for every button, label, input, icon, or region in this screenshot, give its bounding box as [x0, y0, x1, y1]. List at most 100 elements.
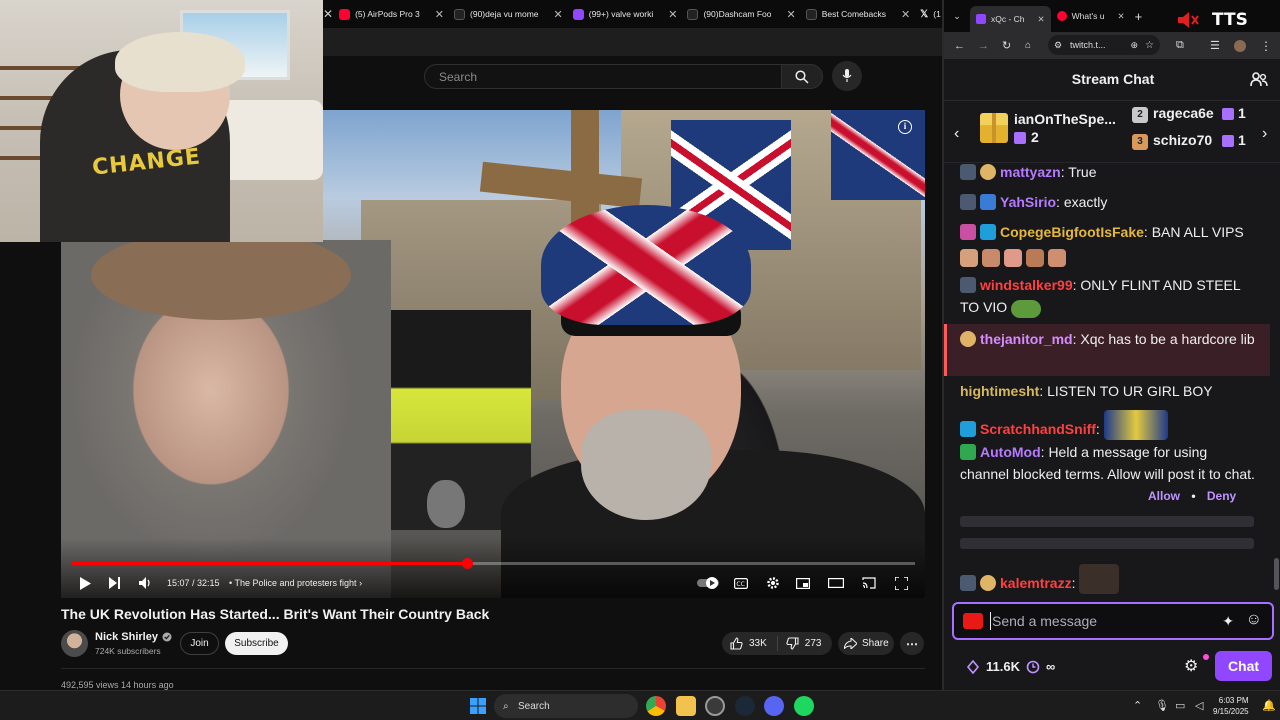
- subscribe-button[interactable]: Subscribe: [225, 632, 288, 655]
- chrome-icon[interactable]: [646, 696, 666, 716]
- cast-button[interactable]: [861, 574, 877, 592]
- close-icon[interactable]: ✕: [1038, 14, 1045, 25]
- chat-username[interactable]: thejanitor_md: [980, 331, 1073, 347]
- tab-title: (5) AirPods Pro 3: [355, 9, 420, 19]
- profile-avatar[interactable]: [1234, 39, 1246, 52]
- automod-deny-button[interactable]: Deny: [1207, 489, 1236, 503]
- close-icon[interactable]: ✕: [435, 8, 444, 21]
- like-button[interactable]: 33K: [722, 636, 778, 651]
- close-icon[interactable]: ✕: [554, 8, 563, 21]
- home-button[interactable]: ⌂: [1025, 40, 1031, 51]
- browser-toolbar: [323, 28, 942, 56]
- share-button[interactable]: Share: [838, 632, 894, 655]
- settings-button[interactable]: [765, 574, 781, 592]
- chat-message-input[interactable]: Send a message ✦ ☺: [952, 602, 1274, 640]
- video-progress-bar[interactable]: [71, 558, 915, 569]
- youtube-search-button[interactable]: [781, 64, 823, 89]
- browser-tab[interactable]: 𝕏 (1: [914, 0, 942, 28]
- chat-username[interactable]: mattyazn: [1000, 164, 1061, 180]
- like-count: 33K: [749, 638, 767, 649]
- volume-icon[interactable]: ◁: [1195, 699, 1203, 712]
- chat-username[interactable]: CopegeBigfootIsFake: [1000, 224, 1144, 240]
- star-icon[interactable]: ☆: [1145, 40, 1154, 51]
- autoplay-toggle[interactable]: [697, 574, 719, 592]
- twitch-icon: [976, 14, 986, 24]
- browser-tab[interactable]: (5) AirPods Pro 3 ✕: [333, 0, 448, 28]
- browser-tab[interactable]: Best Comebacks ✕: [800, 0, 914, 28]
- theater-mode-button[interactable]: [827, 574, 845, 592]
- chat-settings-button[interactable]: ⚙: [1184, 656, 1198, 676]
- system-clock[interactable]: 6:03 PM 9/15/2025: [1213, 695, 1249, 717]
- miniplayer-button[interactable]: [795, 574, 811, 592]
- volume-button[interactable]: [137, 574, 153, 592]
- voice-search-button[interactable]: [832, 61, 862, 91]
- arrow-left-icon: ←: [954, 39, 965, 52]
- chevron-up-icon[interactable]: ⌃: [1133, 699, 1142, 712]
- close-icon[interactable]: ✕: [786, 8, 795, 21]
- video-camera-icon[interactable]: [963, 613, 983, 629]
- dislike-button[interactable]: 273: [778, 637, 830, 650]
- browser-tab[interactable]: What's u ✕: [1051, 3, 1131, 29]
- close-icon[interactable]: ✕: [1117, 11, 1124, 22]
- close-icon[interactable]: ✕: [668, 8, 677, 21]
- leaderboard-prev-button[interactable]: ‹: [954, 125, 959, 143]
- notification-bell-icon[interactable]: 🔔: [1262, 699, 1276, 712]
- browser-tab[interactable]: (99+) valve worki ✕: [567, 0, 682, 28]
- chat-message: windstalker99: ONLY FLINT AND STEEL TO V…: [960, 274, 1260, 318]
- chat-username[interactable]: windstalker99: [980, 277, 1073, 293]
- info-icon[interactable]: i: [898, 120, 912, 134]
- join-button[interactable]: Join: [180, 632, 219, 655]
- chat-send-button[interactable]: Chat: [1215, 651, 1272, 681]
- steam-icon[interactable]: [735, 696, 755, 716]
- file-explorer-icon[interactable]: [676, 696, 696, 716]
- chapter-title[interactable]: • The Police and protesters fight ›: [229, 578, 362, 588]
- reload-button[interactable]: ↻: [1002, 39, 1011, 52]
- channel-name[interactable]: Nick Shirley: [95, 631, 172, 643]
- close-icon[interactable]: ✕: [901, 8, 910, 21]
- play-button[interactable]: [77, 574, 93, 592]
- users-icon: [1250, 72, 1268, 87]
- browser-tab[interactable]: (90)deja vu mome ✕: [448, 0, 567, 28]
- youtube-search-input[interactable]: Search: [424, 64, 782, 89]
- chat-username[interactable]: AutoMod: [980, 444, 1041, 460]
- start-button[interactable]: [468, 696, 488, 716]
- chat-username[interactable]: ScratchhandSniff: [980, 421, 1096, 437]
- discord-icon[interactable]: [764, 696, 784, 716]
- leaderboard-next-button[interactable]: ›: [1262, 125, 1267, 143]
- channel-avatar[interactable]: [61, 630, 88, 657]
- forward-button[interactable]: →: [978, 40, 989, 52]
- chat-scrollbar[interactable]: [1274, 558, 1279, 590]
- top-gifter-name[interactable]: ianOnTheSpe...: [1014, 111, 1116, 127]
- network-icon[interactable]: ▭: [1175, 699, 1185, 712]
- channel-points[interactable]: 11.6K ∞: [966, 659, 1055, 674]
- search-icon: ⌕: [503, 700, 509, 712]
- community-button[interactable]: [1250, 71, 1268, 89]
- bits-button[interactable]: ✦: [1222, 613, 1234, 630]
- second-gifter-name[interactable]: rageca6e: [1153, 105, 1214, 121]
- fullscreen-button[interactable]: [893, 574, 909, 592]
- progress-scrubber[interactable]: [461, 558, 473, 569]
- browser-tab[interactable]: (90)Dashcam Foo ✕: [681, 0, 799, 28]
- obs-icon[interactable]: [705, 696, 725, 716]
- back-button[interactable]: ←: [954, 40, 965, 52]
- tab-list-button[interactable]: ⌄: [944, 11, 970, 22]
- browser-tab-active[interactable]: xQc - Ch ✕: [970, 6, 1051, 32]
- more-actions-button[interactable]: ⋯: [900, 632, 924, 655]
- spotify-icon[interactable]: [794, 696, 814, 716]
- chat-username[interactable]: kalemtrazz: [1000, 575, 1072, 591]
- extensions-button[interactable]: ⧉: [1176, 39, 1184, 52]
- automod-allow-button[interactable]: Allow: [1148, 489, 1180, 503]
- new-tab-button[interactable]: +: [1135, 9, 1143, 24]
- chat-username[interactable]: YahSirio: [1000, 194, 1056, 210]
- emote-picker-button[interactable]: ☺: [1246, 611, 1262, 629]
- browser-menu-button[interactable]: ⋮: [1260, 39, 1272, 53]
- captions-button[interactable]: CC: [733, 574, 749, 592]
- microphone-icon[interactable]: 🎙: [1155, 699, 1169, 712]
- chat-username[interactable]: hightimesht: [960, 383, 1039, 399]
- next-button[interactable]: [107, 574, 123, 592]
- close-icon[interactable]: ✕: [323, 7, 333, 21]
- taskbar-search[interactable]: ⌕ Search: [494, 694, 638, 718]
- third-gifter-name[interactable]: schizo70: [1153, 132, 1212, 148]
- url-field[interactable]: ⚙ twitch.t... ⊕ ☆: [1048, 35, 1160, 55]
- media-button[interactable]: ☰: [1210, 39, 1220, 52]
